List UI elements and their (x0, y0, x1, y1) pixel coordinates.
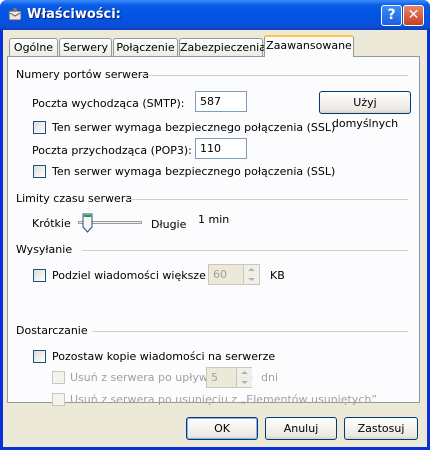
timeout-slider-thumb[interactable] (82, 213, 93, 233)
ports-divider (140, 75, 408, 76)
split-size-unit: KB (270, 269, 285, 282)
ports-heading: Numery portów serwera (16, 68, 150, 81)
cancel-button[interactable]: Anuluj (265, 417, 337, 440)
smtp-ssl-label: Ten serwer wymaga bezpiecznego połączeni… (52, 121, 336, 134)
pop3-ssl-label: Ten serwer wymaga bezpiecznego połączeni… (52, 165, 336, 178)
window-title: Właściwości: (27, 7, 121, 22)
timeout-value: 1 min (198, 213, 230, 226)
pop3-label: Poczta przychodząca (POP3): (32, 144, 192, 157)
remove-deleted-label: Usuń z serwera po usunięciu z „Elementów… (70, 393, 378, 406)
split-size-spinner[interactable] (243, 265, 259, 284)
sending-heading: Wysyłanie (16, 243, 73, 256)
tab-serwery[interactable]: Serwery (59, 38, 112, 56)
sending-divider (82, 250, 408, 251)
remove-deleted-checkbox[interactable] (52, 393, 65, 406)
dialog-client: Ogólne Serwery Połączenie Zabezpieczenia… (3, 30, 427, 447)
keep-copy-checkbox[interactable] (33, 350, 46, 363)
mail-account-icon (8, 8, 22, 21)
apply-button[interactable]: Zastosuj (344, 417, 418, 440)
tab-ogolne[interactable]: Ogólne (9, 38, 58, 56)
keep-copy-label: Pozostaw kopie wiadomości na serwerze (52, 350, 276, 363)
timeouts-divider (126, 199, 408, 200)
tab-polaczenie[interactable]: Połączenie (113, 38, 178, 56)
delivery-divider (92, 331, 408, 332)
close-icon[interactable]: ✕ (403, 5, 424, 26)
remove-after-spinner[interactable] (236, 368, 252, 387)
smtp-ssl-checkbox[interactable] (33, 121, 46, 134)
timeout-long-label: Długie (151, 218, 187, 231)
timeout-short-label: Krótkie (32, 217, 71, 230)
spinner-arrows-icon (244, 265, 259, 284)
title-bar[interactable]: Właściwości: ? ✕ (0, 0, 430, 30)
ok-button[interactable]: OK (186, 417, 258, 440)
pop3-port-input[interactable]: 110 (195, 138, 247, 159)
advanced-panel: Numery portów serwera Poczta wychodząca … (7, 56, 420, 406)
tab-zabezpieczenia[interactable]: Zabezpieczenia (179, 38, 266, 56)
remove-after-checkbox[interactable] (52, 371, 65, 384)
remove-after-label: Usuń z serwera po upływie (70, 371, 218, 384)
tab-zaawansowane[interactable]: Zaawansowane (264, 35, 354, 57)
smtp-label: Poczta wychodząca (SMTP): (32, 97, 185, 110)
smtp-port-input[interactable]: 587 (195, 91, 247, 112)
remove-after-unit: dni (261, 371, 279, 384)
split-messages-label: Podziel wiadomości większe niż (52, 269, 226, 282)
pop3-ssl-checkbox[interactable] (33, 165, 46, 178)
split-messages-checkbox[interactable] (33, 269, 46, 282)
use-defaults-button[interactable]: Użyj domyślnych (319, 91, 411, 130)
properties-window: Właściwości: ? ✕ Ogólne Serwery Połączen… (0, 0, 430, 450)
spinner-arrows-icon (237, 368, 252, 387)
timeouts-heading: Limity czasu serwera (16, 192, 133, 205)
delivery-heading: Dostarczanie (16, 324, 88, 337)
help-icon[interactable]: ? (381, 5, 402, 26)
